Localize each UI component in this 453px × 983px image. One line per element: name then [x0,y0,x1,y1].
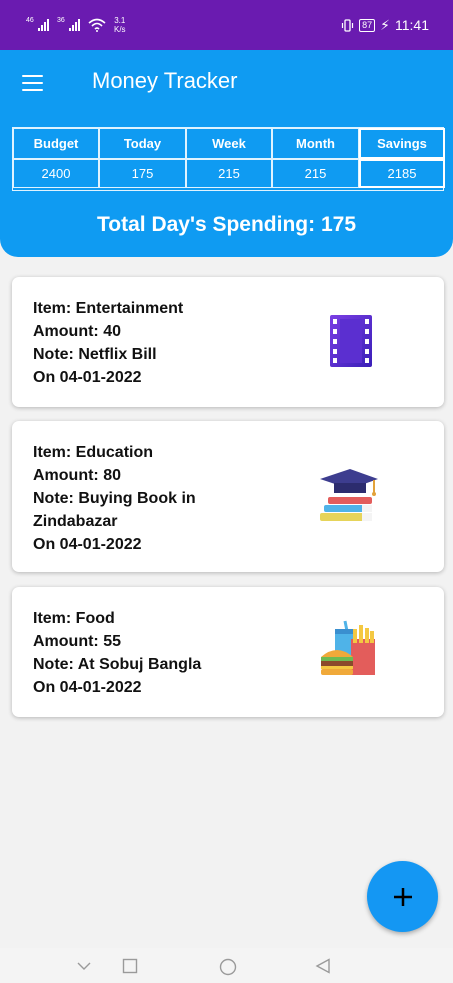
stats-value-week: 215 [186,159,272,188]
entry-text: Item: Education Amount: 80 Note: Buying … [33,441,196,556]
entry-note-cont: Zindabazar [33,513,118,530]
stats-header-month: Month [272,128,359,159]
entry-note: Note: Netflix Bill [33,346,157,363]
status-time: 11:41 [395,17,429,33]
entry-item: Item: Food [33,610,115,627]
recent-apps-icon[interactable] [122,958,138,974]
stats-value-budget: 2400 [13,159,99,188]
entry-date: On 04-01-2022 [33,679,142,696]
speed-unit: K/s [114,25,126,34]
hamburger-menu-icon[interactable] [22,75,43,91]
graduation-books-icon [320,469,378,521]
entry-note: Note: At Sobuj Bangla [33,656,202,673]
status-right: 87 ⚡ 11:41 [341,17,429,34]
fast-food-icon [321,620,375,675]
list-item[interactable]: Item: Food Amount: 55 Note: At Sobuj Ban… [12,587,444,717]
entry-amount: Amount: 55 [33,633,121,650]
stats-value-month: 215 [272,159,359,188]
entry-date: On 04-01-2022 [33,369,142,386]
film-strip-icon [330,315,372,367]
add-entry-button[interactable] [367,861,438,932]
status-bar: 46 36 3.1 K/s 87 ⚡ 11:41 [0,0,453,50]
navigation-bar [0,948,453,983]
stats-header-savings: Savings [359,128,445,159]
plus-icon [393,887,412,906]
stats-header-budget: Budget [13,128,99,159]
stats-value-savings: 2185 [359,159,445,188]
signal-2-tag: 36 [57,17,65,24]
stats-header-today: Today [99,128,186,159]
entry-amount: Amount: 80 [33,467,121,484]
signal-1-tag: 46 [26,17,34,24]
vibrate-icon [342,18,354,32]
list-item[interactable]: Item: Entertainment Amount: 40 Note: Net… [12,277,444,407]
home-icon[interactable] [219,958,237,976]
network-speed: 3.1 K/s [114,16,126,34]
entry-amount: Amount: 40 [33,323,121,340]
status-left: 46 36 3.1 K/s [26,16,126,34]
charging-icon: ⚡ [380,16,390,33]
speed-value: 3.1 [114,16,126,25]
entry-text: Item: Food Amount: 55 Note: At Sobuj Ban… [33,607,201,699]
cell-signal-1-icon: 46 [26,17,49,31]
back-icon[interactable] [315,958,331,974]
entry-text: Item: Entertainment Amount: 40 Note: Net… [33,297,183,389]
entry-item: Item: Entertainment [33,300,184,317]
total-spending: Total Day's Spending: 175 [97,213,356,236]
battery-icon: 87 [359,18,376,32]
app-header: Money Tracker Budget Today Week Month Sa… [0,50,453,257]
list-item[interactable]: Item: Education Amount: 80 Note: Buying … [12,421,444,572]
chevron-down-icon[interactable] [76,958,92,974]
stats-table: Budget Today Week Month Savings 2400 175… [12,127,445,191]
app-title: Money Tracker [92,68,238,93]
wifi-icon [88,18,106,32]
entry-date: On 04-01-2022 [33,536,142,553]
cell-signal-2-icon: 36 [57,17,80,31]
stats-header-week: Week [186,128,272,159]
stats-value-today: 175 [99,159,186,188]
entry-item: Item: Education [33,444,154,461]
entry-note: Note: Buying Book in [33,490,196,507]
